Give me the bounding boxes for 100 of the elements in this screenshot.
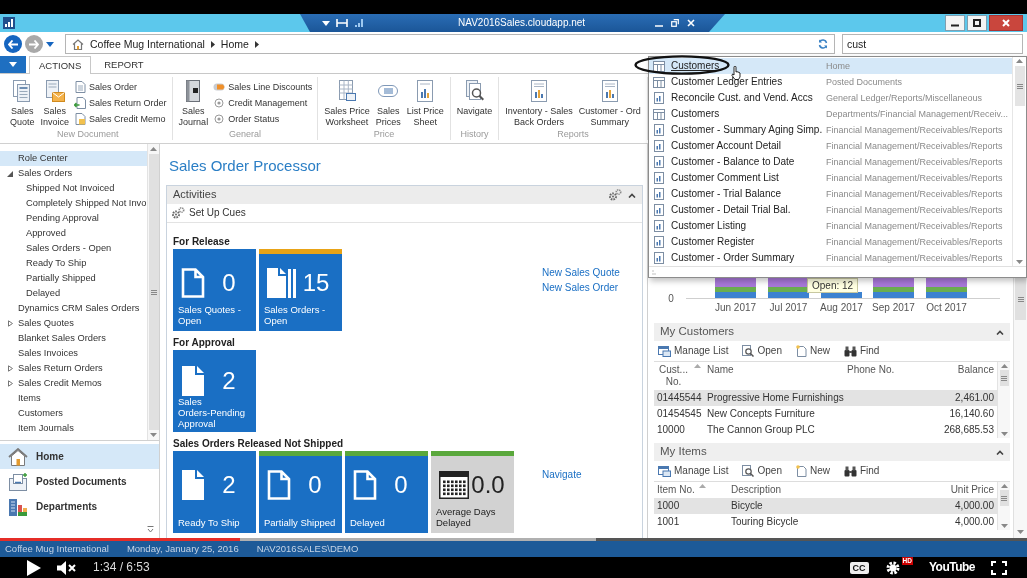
nav-tree-item[interactable]: Partially Shipped	[0, 271, 147, 286]
toolbar-button[interactable]: Manage List	[658, 345, 729, 357]
scrollbar-thumb[interactable]	[999, 490, 1009, 506]
ribbon-button[interactable]: Order Status	[213, 111, 313, 127]
search-result-item[interactable]: Customer Register Financial Management/Receivables/Reports	[649, 234, 1012, 250]
scroll-down-icon[interactable]	[150, 433, 157, 437]
new-document-icon[interactable]	[795, 465, 807, 477]
result-name[interactable]: Customer - Order Summary	[669, 252, 826, 264]
nav-tree-item[interactable]: Ready To Ship	[0, 256, 147, 271]
nav-tree-item[interactable]: Sales Orders - Open	[0, 241, 147, 256]
search-result-item[interactable]: Customer Ledger Entries Posted Documents	[649, 74, 1012, 90]
minimize-button[interactable]	[945, 15, 965, 31]
nav-tree-item[interactable]: Blanket Sales Orders	[0, 331, 147, 346]
ribbon-button[interactable]: Sales Quote	[7, 77, 38, 128]
collapsed-arrow-icon[interactable]	[7, 365, 13, 372]
scroll-down-icon[interactable]	[1000, 524, 1008, 528]
table-row[interactable]: 1001 Touring Bicycle 4,000.00	[654, 514, 997, 530]
building-blocks-icon[interactable]	[8, 496, 28, 517]
result-name[interactable]: Customer Register	[669, 236, 826, 248]
ribbon-button[interactable]: Inventory - Sales Back Orders	[502, 77, 576, 128]
action-link[interactable]: New Sales Quote	[542, 267, 620, 279]
result-name[interactable]: Customer Account Detail	[669, 140, 826, 152]
manage-list-icon[interactable]	[658, 345, 671, 357]
fullscreen-icon[interactable]	[991, 560, 1007, 575]
nav-pane-button[interactable]: Departments	[0, 494, 159, 519]
search-result-item[interactable]: Customer - Balance to Date Financial Management/Receivables/Reports	[649, 154, 1012, 170]
restore-button[interactable]	[967, 15, 987, 31]
sort-arrow-icon[interactable]	[694, 364, 701, 368]
document-search-icon[interactable]	[742, 465, 755, 477]
home-icon[interactable]	[8, 447, 28, 466]
toolbar-button[interactable]: New	[795, 345, 830, 357]
gears-icon[interactable]	[608, 189, 622, 201]
restore-icon[interactable]	[671, 19, 679, 27]
sort-arrow-icon[interactable]	[698, 484, 706, 488]
ribbon-tab[interactable]: ACTIONS	[29, 56, 92, 74]
toolbar-button[interactable]: Manage List	[658, 465, 729, 477]
cue-tile[interactable]: 0 Sales Quotes - Open	[173, 249, 256, 331]
collapsed-arrow-icon[interactable]	[7, 380, 13, 387]
toolbar-button[interactable]: Find	[843, 465, 880, 477]
search-result-item[interactable]: Reconcile Cust. and Vend. Accs General Ledger/Reports/Miscellaneous	[649, 90, 1012, 106]
ribbon-button[interactable]: Sales Order	[74, 79, 167, 95]
collapsed-arrow-icon[interactable]	[7, 320, 13, 327]
cue-tile[interactable]: 2 Ready To Ship	[173, 451, 256, 533]
search-result-item[interactable]: Customer - Order Summary Financial Management/Receivables/Reports	[649, 250, 1012, 266]
column-header[interactable]: Balance	[933, 362, 997, 390]
quick-access-caret-icon[interactable]	[322, 20, 330, 26]
cue-tile[interactable]: 0 Partially Shipped	[259, 451, 342, 533]
binoculars-icon[interactable]	[843, 465, 857, 477]
search-result-item[interactable]: Customer Listing Financial Management/Receivables/Reports	[649, 218, 1012, 234]
nav-tree-item[interactable]: Item Journals	[0, 421, 147, 436]
close-icon[interactable]	[687, 19, 695, 27]
ribbon-menu-button[interactable]	[0, 56, 26, 73]
search-result-item[interactable]: Customer - Detail Trial Bal. Financial Management/Receivables/Reports	[649, 202, 1012, 218]
nav-tree-item[interactable]: Dynamics CRM Sales Orders	[0, 301, 147, 316]
result-name[interactable]: Customers	[669, 108, 826, 120]
search-result-item[interactable]: Customer - Summary Aging Simp. Financial Management/Receivables/Reports	[649, 122, 1012, 138]
result-name[interactable]: Customer - Trial Balance	[669, 188, 826, 200]
breadcrumb-arrow-icon[interactable]	[254, 40, 259, 48]
cue-tile[interactable]: 2 Sales Orders-Pending Approval	[173, 350, 256, 432]
action-button[interactable]: Set Up Cues	[171, 207, 246, 219]
scroll-down-icon[interactable]	[1016, 260, 1023, 264]
table-row[interactable]: 1000 Bicycle 4,000.00	[654, 498, 997, 514]
document-search-icon[interactable]	[742, 345, 755, 357]
search-result-item[interactable]: Customer Comment List Financial Management/Receivables/Reports	[649, 170, 1012, 186]
play-icon[interactable]	[27, 559, 41, 576]
progress-track[interactable]	[0, 538, 1027, 541]
settings-icon[interactable]	[884, 559, 901, 576]
ribbon-button[interactable]: Credit Management	[213, 95, 313, 111]
toolbar-button[interactable]: Open	[742, 465, 782, 477]
breadcrumb-link[interactable]: Home	[220, 37, 249, 51]
cue-tile[interactable]: 15 Sales Orders - Open	[259, 249, 342, 331]
scroll-up-icon[interactable]	[150, 147, 157, 151]
ribbon-button[interactable]: Sales Line Discounts	[213, 79, 313, 95]
toolbar-button[interactable]: New	[795, 465, 830, 477]
search-result-item[interactable]: Customer - Trial Balance Financial Management/Receivables/Reports	[649, 186, 1012, 202]
back-button[interactable]	[4, 35, 22, 53]
nav-tree-item[interactable]: Role Center	[0, 151, 147, 166]
scrollbar[interactable]	[997, 362, 1010, 438]
nav-tree-item[interactable]: Pending Approval	[0, 211, 147, 226]
result-name[interactable]: Customer - Detail Trial Bal.	[669, 204, 826, 216]
column-header[interactable]: Phone No.	[844, 362, 933, 390]
nav-tree-item[interactable]: Sales Invoices	[0, 346, 147, 361]
collapse-chevron-icon[interactable]	[628, 192, 636, 198]
nav-tree-item[interactable]: Customers	[0, 406, 147, 421]
column-header[interactable]: Description	[728, 482, 927, 498]
gears-icon[interactable]	[171, 207, 185, 219]
ribbon-button[interactable]: Sales Invoice	[37, 77, 73, 128]
ribbon-button[interactable]: List Price Sheet	[403, 77, 447, 128]
nav-tree-item[interactable]: Approved	[0, 226, 147, 241]
nav-tree-item[interactable]: Sales Orders	[0, 166, 147, 181]
address-field[interactable]: Coffee Mug International Home	[65, 34, 835, 54]
ribbon-button[interactable]: Sales Prices	[372, 77, 404, 128]
scroll-up-icon[interactable]	[1000, 364, 1008, 368]
cue-tile[interactable]: 0.0 Average Days Delayed	[431, 451, 514, 533]
result-name[interactable]: Customer - Balance to Date	[669, 156, 826, 168]
search-result-item[interactable]: Customers Home	[649, 58, 1012, 74]
configure-chevron-icon[interactable]	[147, 526, 154, 533]
scrollbar[interactable]	[997, 482, 1010, 530]
table-row[interactable]: 01454545 New Concepts Furniture 16,140.60	[654, 406, 997, 422]
nav-pane-button[interactable]: Home	[0, 444, 159, 469]
